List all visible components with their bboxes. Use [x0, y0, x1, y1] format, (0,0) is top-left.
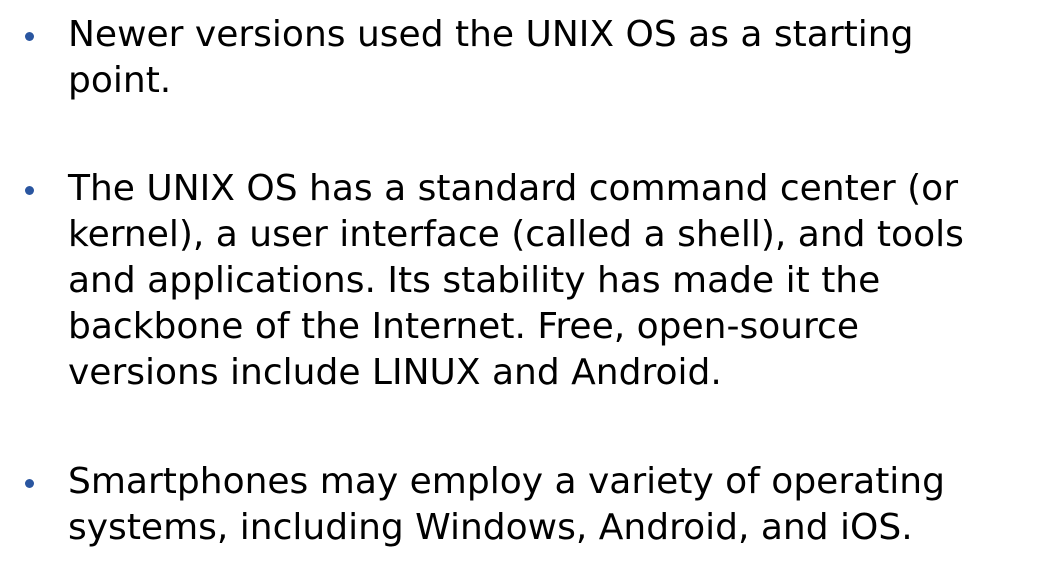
- text-line: versions include LINUX and Android.: [68, 352, 722, 393]
- bullet-text: The UNIX OS has a standard command cente…: [68, 166, 964, 396]
- text-line: Newer versions used the UNIX OS as a sta…: [68, 14, 914, 55]
- text-line: systems, including Windows, Android, and…: [68, 507, 913, 548]
- text-line: point.: [68, 60, 172, 101]
- text-line: Smartphones may employ a variety of oper…: [68, 461, 945, 502]
- bullet-text: Smartphones may employ a variety of oper…: [68, 459, 945, 551]
- bullet-icon: [25, 479, 34, 488]
- bullet-text: Newer versions used the UNIX OS as a sta…: [68, 12, 913, 104]
- bullet-icon: [25, 186, 34, 195]
- text-line: kernel), a user interface (called a shel…: [68, 214, 964, 255]
- text-line: backbone of the Internet. Free, open-sou…: [68, 306, 859, 347]
- bullet-icon: [25, 32, 34, 41]
- text-line: and applications. Its stability has made…: [68, 260, 881, 301]
- text-line: The UNIX OS has a standard command cente…: [68, 168, 958, 209]
